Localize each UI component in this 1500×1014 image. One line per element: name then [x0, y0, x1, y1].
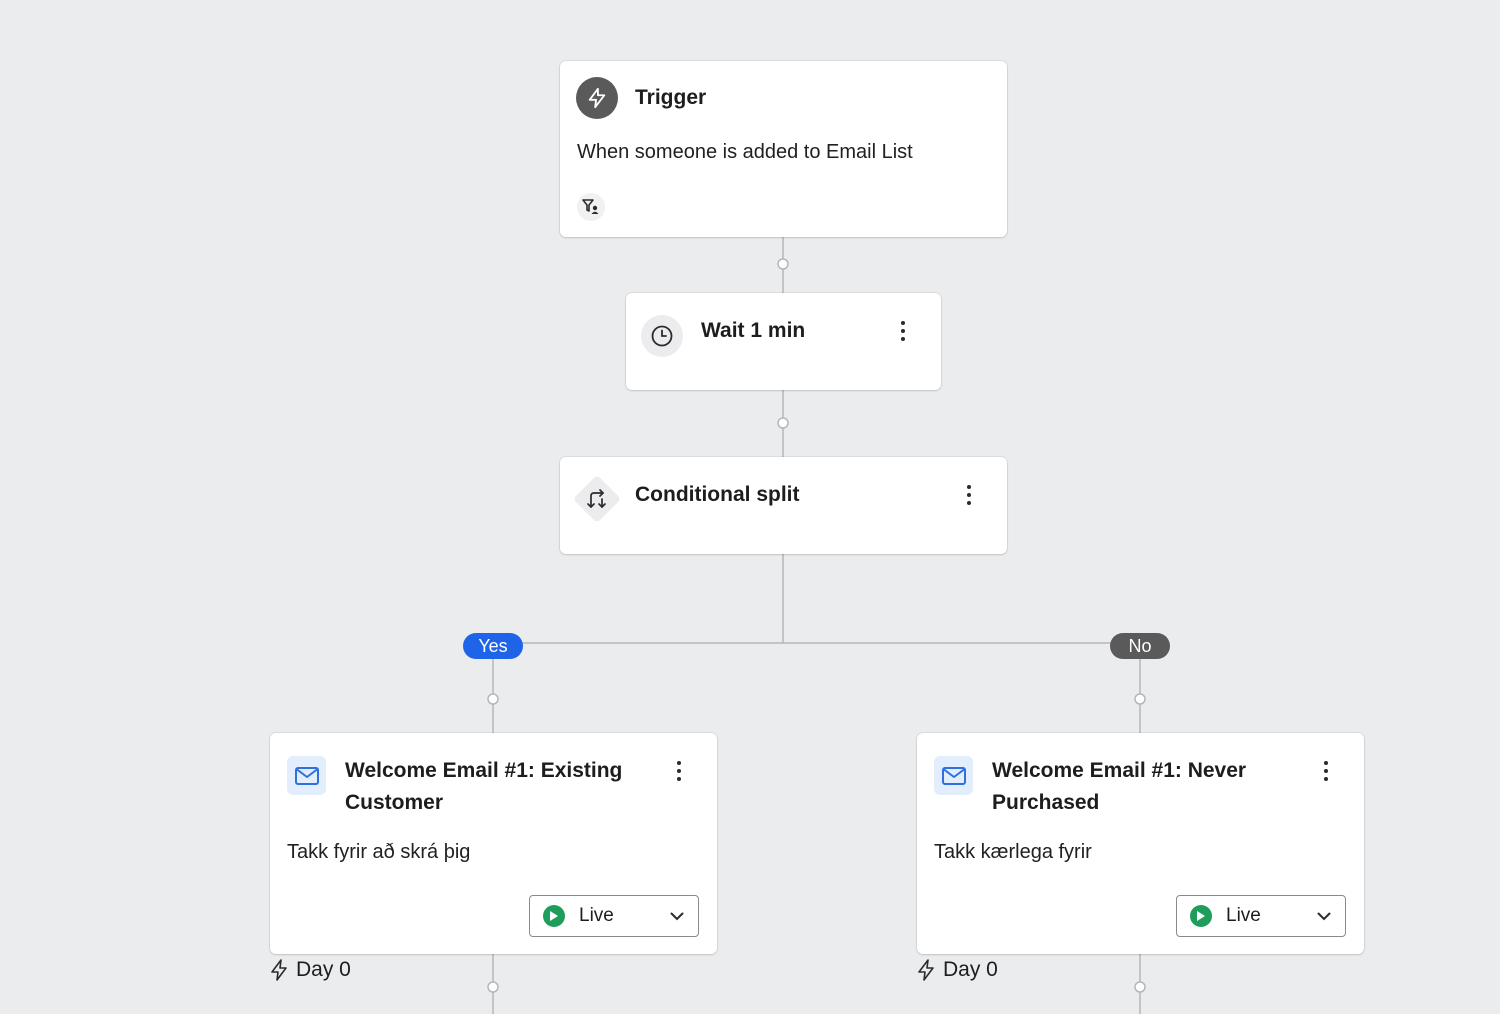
- connector-node: [777, 258, 789, 270]
- chevron-down-icon: [670, 912, 684, 920]
- status-dropdown[interactable]: Live: [1176, 895, 1346, 937]
- day-text: Day 0: [943, 958, 998, 981]
- day-label: Day 0: [917, 958, 998, 982]
- status-label: Live: [1226, 905, 1261, 926]
- chevron-down-icon: [1317, 912, 1331, 920]
- status-dropdown[interactable]: Live: [529, 895, 699, 937]
- email-card[interactable]: Welcome Email #1: Existing Customer Takk…: [270, 733, 717, 954]
- lightning-icon: [576, 77, 618, 119]
- connector-node: [487, 981, 499, 993]
- lightning-icon: [271, 959, 287, 981]
- email-subject: Takk fyrir að skrá þig: [287, 841, 471, 863]
- trigger-description: When someone is added to Email List: [577, 141, 913, 163]
- wait-more-menu[interactable]: [891, 315, 915, 347]
- connector-node: [487, 693, 499, 705]
- filter-person-icon[interactable]: [577, 193, 605, 221]
- no-branch-label[interactable]: No: [1110, 633, 1170, 659]
- clock-icon: [641, 315, 683, 357]
- email-icon: [287, 756, 326, 795]
- yes-branch-label[interactable]: Yes: [463, 633, 523, 659]
- connector-node: [777, 417, 789, 429]
- email-title-line1: Welcome Email #1: Never: [992, 759, 1247, 782]
- play-icon: [1190, 905, 1212, 927]
- split-title: Conditional split: [635, 483, 800, 506]
- email-icon: [934, 756, 973, 795]
- trigger-card[interactable]: Trigger When someone is added to Email L…: [560, 61, 1007, 237]
- email-subject: Takk kærlega fyrir: [934, 841, 1092, 863]
- wait-card[interactable]: Wait 1 min: [626, 293, 941, 390]
- email-title-line2: Customer: [345, 791, 444, 814]
- conditional-split-card[interactable]: Conditional split: [560, 457, 1007, 554]
- email-title-line1: Welcome Email #1: Existing: [345, 759, 623, 782]
- play-icon: [543, 905, 565, 927]
- connector-node: [1134, 981, 1146, 993]
- email-title-line2: Purchased: [992, 791, 1100, 814]
- connector-node: [1134, 693, 1146, 705]
- split-more-menu[interactable]: [957, 479, 981, 511]
- trigger-title: Trigger: [635, 86, 707, 109]
- email-card[interactable]: Welcome Email #1: Never Purchased Takk k…: [917, 733, 1364, 954]
- email-more-menu[interactable]: [667, 755, 691, 787]
- split-arrows-glyph: [587, 489, 606, 508]
- wait-title: Wait 1 min: [701, 319, 806, 342]
- email-more-menu[interactable]: [1314, 755, 1338, 787]
- day-label: Day 0: [270, 958, 351, 982]
- day-text: Day 0: [296, 958, 351, 981]
- flow-canvas: Trigger When someone is added to Email L…: [0, 0, 1500, 1014]
- lightning-icon: [918, 959, 934, 981]
- status-label: Live: [579, 905, 614, 926]
